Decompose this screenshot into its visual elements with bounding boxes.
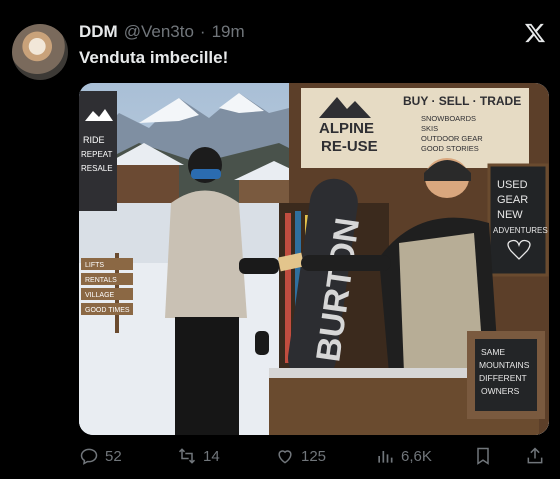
- heart-icon: [278, 450, 292, 464]
- signpost-4: GOOD TIMES: [85, 307, 130, 314]
- bar-chart-icon: [378, 451, 393, 463]
- chalk-top-2: GEAR: [497, 194, 528, 206]
- reply-icon: [80, 448, 98, 465]
- banner-line-3: RESALE: [81, 164, 113, 173]
- chalk-bottom-2: MOUNTAINS: [479, 360, 530, 370]
- shop-item-2: SKIS: [421, 124, 438, 133]
- share-icon: [527, 447, 543, 464]
- reply-count: 52: [105, 447, 122, 465]
- bookmark-icon: [477, 447, 489, 465]
- timestamp[interactable]: 19m: [212, 22, 245, 42]
- views-button[interactable]: 6,6K: [375, 446, 432, 466]
- banner-line-1: RIDE: [83, 135, 105, 145]
- signpost-2: RENTALS: [85, 277, 117, 284]
- share-button[interactable]: [525, 446, 545, 466]
- bookmark-button[interactable]: [473, 446, 493, 466]
- tweet-header: DDM @Ven3to · 19m: [79, 22, 245, 42]
- separator: ·: [199, 22, 206, 41]
- shop-logo-line1: ALPINE: [319, 120, 374, 137]
- retweet-icon: [178, 448, 196, 464]
- chalk-top-4: ADVENTURES: [493, 226, 548, 235]
- tweet-actions: 52 14 125 6,6K: [79, 446, 549, 470]
- view-count: 6,6K: [401, 447, 432, 465]
- banner-line-2: REPEAT: [81, 150, 113, 159]
- chalk-bottom-3: DIFFERENT: [479, 373, 527, 383]
- tweet-text: Venduta imbecille!: [79, 48, 229, 67]
- like-count: 125: [301, 447, 327, 465]
- shop-item-4: GOOD STORIES: [421, 144, 479, 153]
- author-handle[interactable]: @Ven3to: [124, 22, 194, 42]
- shop-logo-line2: RE-USE: [321, 138, 378, 155]
- signpost-3: VILLAGE: [85, 292, 115, 299]
- chalk-bottom-4: OWNERS: [481, 386, 520, 396]
- author-name[interactable]: DDM: [79, 22, 118, 42]
- chalk-top-1: USED: [497, 179, 528, 191]
- like-button[interactable]: 125: [275, 446, 326, 466]
- x-logo-icon[interactable]: [524, 22, 546, 44]
- tweet-media-photo[interactable]: RIDE REPEAT RESALE LIFTS RENTALS VILLAGE…: [79, 83, 549, 435]
- shop-item-1: SNOWBOARDS: [421, 114, 476, 123]
- shop-item-3: OUTDOOR GEAR: [421, 134, 483, 143]
- chalk-bottom-1: SAME: [481, 347, 505, 357]
- chalk-top-3: NEW: [497, 209, 523, 221]
- retweet-count: 14: [203, 447, 220, 465]
- reply-button[interactable]: 52: [79, 446, 122, 466]
- signpost-1: LIFTS: [85, 262, 104, 269]
- retweet-button[interactable]: 14: [177, 446, 220, 466]
- avatar[interactable]: [12, 24, 68, 80]
- shop-headline: BUY · SELL · TRADE: [403, 94, 521, 108]
